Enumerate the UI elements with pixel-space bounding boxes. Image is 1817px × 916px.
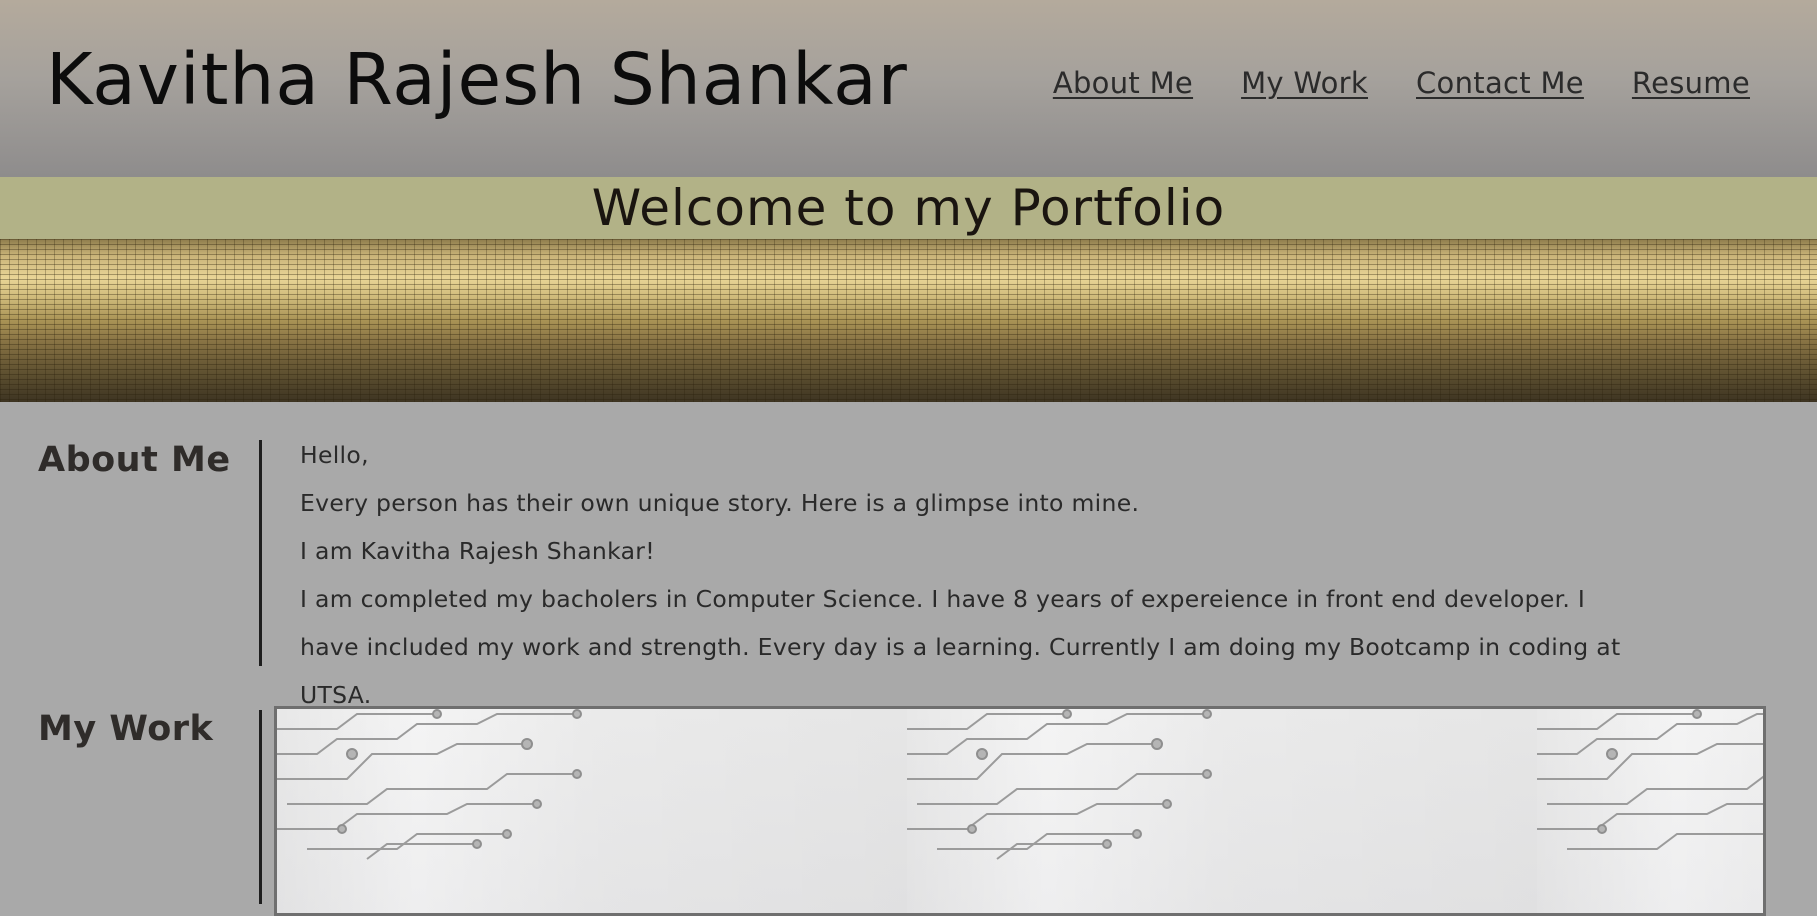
work-gallery-image[interactable] [274,706,1766,916]
site-header: Kavitha Rajesh Shankar About Me My Work … [0,0,1817,177]
about-name: I am Kavitha Rajesh Shankar! [300,537,655,565]
about-greeting: Hello, [300,441,369,469]
about-text: Hello, Every person has their own unique… [300,431,1640,719]
site-title: Kavitha Rajesh Shankar [46,38,908,121]
circuit-pattern-icon [277,709,597,869]
about-heading: About Me [38,440,231,480]
welcome-title: Welcome to my Portfolio [591,179,1226,237]
circuit-pattern-icon [1537,709,1763,869]
main-nav: About Me My Work Contact Me Resume [1053,66,1750,100]
about-intro: Every person has their own unique story.… [300,489,1140,517]
nav-link-resume[interactable]: Resume [1632,66,1750,100]
about-bio: I am completed my bacholers in Computer … [300,585,1621,709]
nav-link-my-work[interactable]: My Work [1241,66,1368,100]
about-divider [259,440,262,666]
circuit-pattern-icon [907,709,1227,869]
work-heading: My Work [38,709,214,749]
work-divider [259,710,262,904]
nav-link-about-me[interactable]: About Me [1053,66,1193,100]
hero-circuit-image [0,239,1817,402]
nav-link-contact-me[interactable]: Contact Me [1416,66,1584,100]
welcome-banner: Welcome to my Portfolio [0,177,1817,239]
